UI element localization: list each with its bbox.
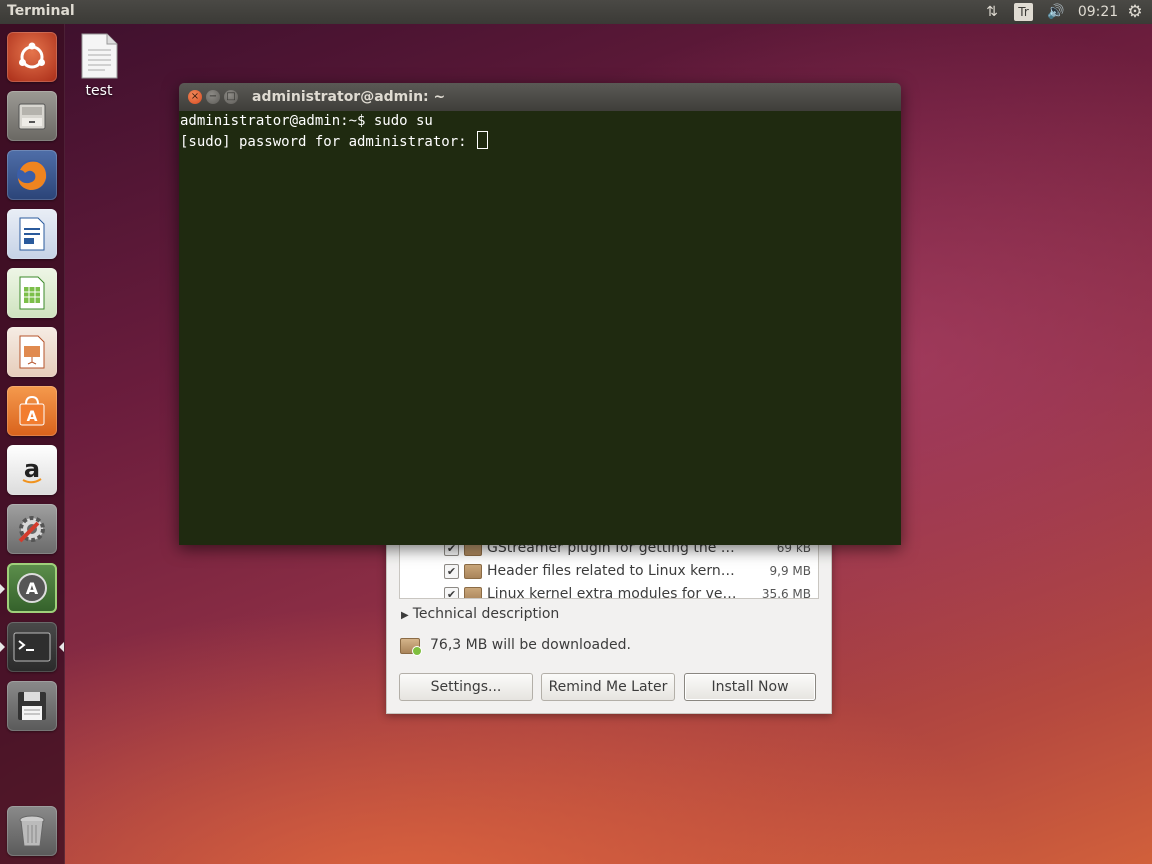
floppy-disk-icon[interactable] bbox=[7, 681, 57, 731]
technical-description-label: Technical description bbox=[412, 606, 560, 622]
files-icon[interactable] bbox=[7, 91, 57, 141]
firefox-icon[interactable] bbox=[7, 150, 57, 200]
expander-arrow-icon: ▶ bbox=[401, 610, 409, 621]
package-name: Header files related to Linux kerne... bbox=[487, 563, 737, 579]
libreoffice-calc-icon[interactable] bbox=[7, 268, 57, 318]
terminal-line: administrator@admin:~$ sudo su bbox=[180, 113, 433, 129]
settings-button[interactable]: Settings... bbox=[399, 673, 533, 701]
software-updater-icon[interactable]: A bbox=[7, 563, 57, 613]
package-size: 35,6 MB bbox=[761, 587, 811, 599]
install-now-button[interactable]: Install Now bbox=[684, 673, 816, 701]
network-icon[interactable]: ⇅ bbox=[981, 2, 1003, 22]
maximize-icon[interactable]: □ bbox=[224, 90, 238, 104]
terminal-window: × − □ administrator@admin: ~ administrat… bbox=[179, 83, 901, 545]
download-package-icon bbox=[400, 638, 422, 656]
remind-me-later-button[interactable]: Remind Me Later bbox=[541, 673, 675, 701]
package-name: Linux kernel extra modules for ver... bbox=[487, 586, 737, 599]
terminal-titlebar[interactable]: × − □ administrator@admin: ~ bbox=[179, 83, 901, 111]
clock[interactable]: 09:21 bbox=[1078, 2, 1118, 22]
software-updater-dialog: ✔ GStreamer plugin for getting the si...… bbox=[386, 530, 832, 714]
terminal-icon[interactable] bbox=[7, 622, 57, 672]
update-checkbox[interactable]: ✔ bbox=[444, 564, 459, 579]
libreoffice-impress-icon[interactable] bbox=[7, 327, 57, 377]
download-size-text: 76,3 MB will be downloaded. bbox=[430, 637, 631, 653]
system-menu-gear-icon[interactable]: ⚙ bbox=[1124, 2, 1146, 22]
terminal-title: administrator@admin: ~ bbox=[252, 89, 446, 105]
package-size: 9,9 MB bbox=[769, 564, 811, 578]
volume-icon[interactable]: 🔊 bbox=[1044, 2, 1068, 22]
trash-icon[interactable] bbox=[7, 806, 57, 856]
close-icon[interactable]: × bbox=[188, 90, 202, 104]
focused-indicator-terminal bbox=[59, 642, 64, 652]
running-indicator-terminal bbox=[0, 642, 5, 652]
svg-text:A: A bbox=[26, 579, 39, 598]
running-indicator-updater bbox=[0, 584, 5, 594]
launcher: A a A bbox=[0, 24, 65, 864]
terminal-line: [sudo] password for administrator: bbox=[180, 131, 489, 150]
libreoffice-writer-icon[interactable] bbox=[7, 209, 57, 259]
svg-text:a: a bbox=[24, 455, 40, 483]
minimize-icon[interactable]: − bbox=[206, 90, 220, 104]
update-checkbox[interactable]: ✔ bbox=[444, 587, 459, 598]
keyboard-layout-indicator[interactable]: Tr bbox=[1014, 3, 1033, 21]
terminal-output[interactable]: administrator@admin:~$ sudo su [sudo] pa… bbox=[179, 111, 901, 545]
top-panel: Terminal ⇅ Tr 🔊 09:21 ⚙ bbox=[0, 0, 1152, 24]
active-app-title: Terminal bbox=[7, 3, 75, 19]
technical-description-expander[interactable]: ▶ Technical description bbox=[401, 606, 559, 622]
dash-home-icon[interactable] bbox=[7, 32, 57, 82]
list-item[interactable]: ✔ Linux kernel extra modules for ver... … bbox=[400, 584, 818, 599]
svg-text:A: A bbox=[27, 409, 38, 425]
system-settings-icon[interactable] bbox=[7, 504, 57, 554]
software-center-icon[interactable]: A bbox=[7, 386, 57, 436]
password-prompt: [sudo] password for administrator: bbox=[180, 134, 476, 150]
desktop-file-icon[interactable] bbox=[79, 33, 119, 79]
desktop-file-label[interactable]: test bbox=[74, 83, 124, 99]
list-item[interactable]: ✔ Header files related to Linux kerne...… bbox=[400, 561, 818, 583]
amazon-icon[interactable]: a bbox=[7, 445, 57, 495]
package-icon bbox=[464, 587, 482, 598]
terminal-cursor bbox=[477, 131, 489, 149]
package-icon bbox=[464, 564, 482, 579]
